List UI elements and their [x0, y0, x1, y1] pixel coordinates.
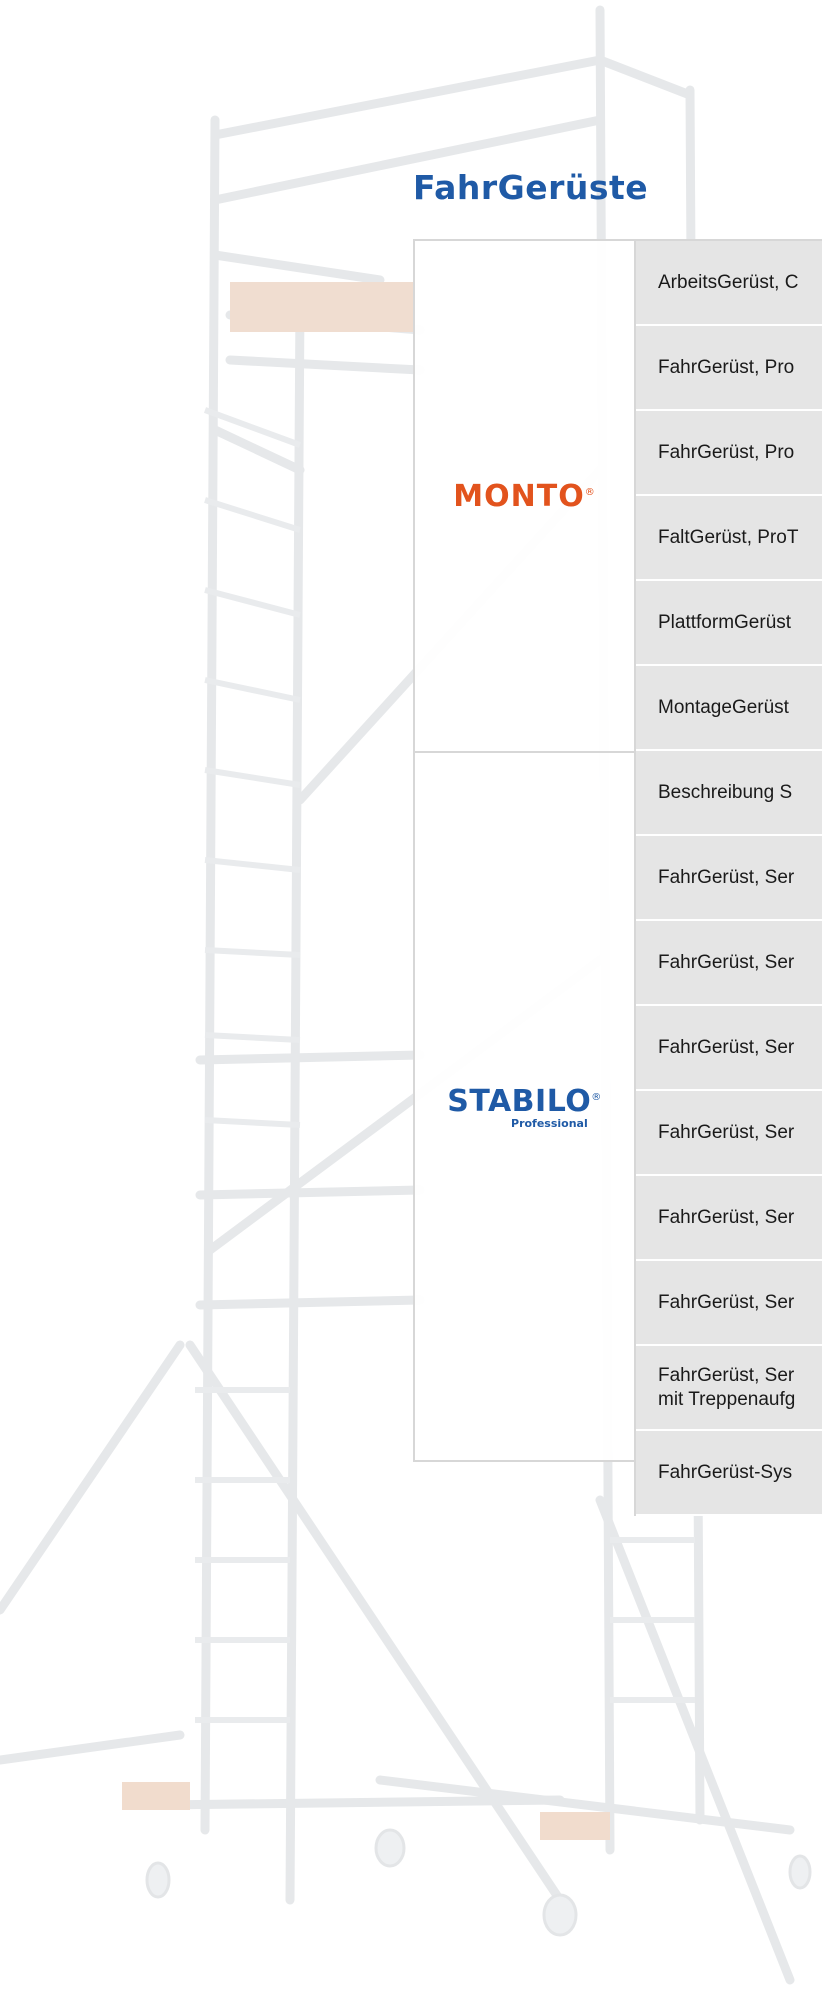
- page-title: FahrGerüste: [413, 168, 649, 207]
- product-row-serie-4[interactable]: FahrGerüst, Ser: [636, 1091, 822, 1176]
- monto-logo-text: MONTO: [453, 478, 585, 514]
- product-row-fahrgeruest-pro-1[interactable]: FahrGerüst, Pro: [636, 326, 822, 411]
- product-row-plattformgeruest[interactable]: PlattformGerüst: [636, 581, 822, 666]
- product-row-montagegeruest[interactable]: MontageGerüst: [636, 666, 822, 751]
- product-row-fahrgeruest-pro-2[interactable]: FahrGerüst, Pro: [636, 411, 822, 496]
- product-row-serie-5[interactable]: FahrGerüst, Ser: [636, 1176, 822, 1261]
- stabilo-logo-text: STABILO: [447, 1083, 592, 1119]
- brand-cell-stabilo: STABILO® Professional: [415, 753, 634, 1462]
- product-row-arbeitsgeruest[interactable]: ArbeitsGerüst, C: [636, 241, 822, 326]
- product-row-serie-3[interactable]: FahrGerüst, Ser: [636, 1006, 822, 1091]
- product-row-serie-1[interactable]: FahrGerüst, Ser: [636, 836, 822, 921]
- monto-registered-mark: ®: [584, 486, 596, 498]
- product-row-serie-2[interactable]: FahrGerüst, Ser: [636, 921, 822, 1006]
- product-row-serie-6[interactable]: FahrGerüst, Ser: [636, 1261, 822, 1346]
- product-row-system[interactable]: FahrGerüst-Sys: [636, 1431, 822, 1516]
- product-row-faltgeruest[interactable]: FaltGerüst, ProT: [636, 496, 822, 581]
- product-row-beschreibung[interactable]: Beschreibung S: [636, 751, 822, 836]
- monto-logo: MONTO®: [453, 479, 595, 514]
- stabilo-logo: STABILO® Professional: [447, 1083, 602, 1130]
- product-table: MONTO® STABILO® Professional ArbeitsGerü…: [413, 239, 822, 1516]
- product-row-serie-treppenaufgang[interactable]: FahrGerüst, Ser mit Treppenaufg: [636, 1346, 822, 1431]
- product-list: ArbeitsGerüst, C FahrGerüst, Pro FahrGer…: [634, 241, 822, 1516]
- brand-cell-monto: MONTO®: [415, 241, 634, 753]
- stabilo-registered-mark: ®: [591, 1091, 602, 1103]
- stabilo-logo-subtitle: Professional: [511, 1116, 588, 1130]
